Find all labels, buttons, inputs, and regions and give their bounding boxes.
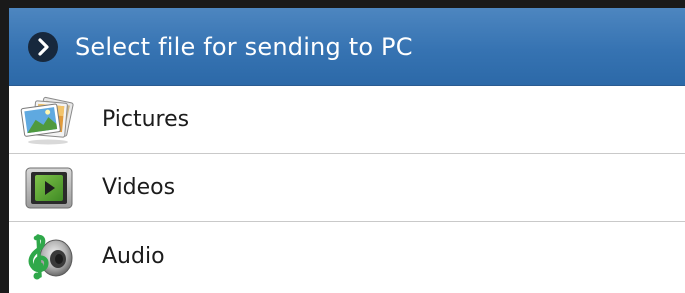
list-item-label: Videos xyxy=(102,175,176,200)
videos-icon xyxy=(18,162,80,214)
pictures-icon xyxy=(18,94,80,146)
dialog-title-bar: Select file for sending to PC xyxy=(9,8,685,86)
file-type-list: Pictures Videos Audio xyxy=(9,86,685,290)
select-file-dialog: Select file for sending to PC Pictures V… xyxy=(9,8,685,293)
list-item-videos[interactable]: Videos xyxy=(9,154,685,222)
chevron-right-icon xyxy=(28,31,58,62)
dialog-title: Select file for sending to PC xyxy=(75,32,413,61)
list-item-pictures[interactable]: Pictures xyxy=(9,86,685,154)
audio-icon xyxy=(18,230,80,282)
list-item-audio[interactable]: Audio xyxy=(9,222,685,290)
list-item-label: Audio xyxy=(102,243,165,269)
list-item-label: Pictures xyxy=(102,107,190,132)
